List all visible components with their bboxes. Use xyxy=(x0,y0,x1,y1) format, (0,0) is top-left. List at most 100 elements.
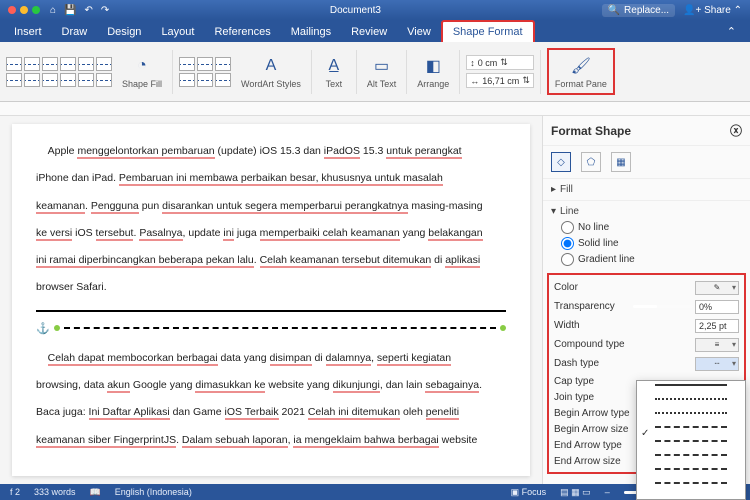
alt-text-icon: ▭ xyxy=(370,54,394,78)
tab-mailings[interactable]: Mailings xyxy=(281,22,341,42)
zoom-out[interactable]: – xyxy=(605,487,610,497)
paragraph: browsing, data akun Google yang dimasukk… xyxy=(36,372,506,399)
paragraph: ini ramai diperbincangkan beberapa pekan… xyxy=(36,247,506,274)
solid-line-shape[interactable] xyxy=(36,310,506,312)
join-label: Join type xyxy=(554,392,594,403)
height-icon: ↕ xyxy=(470,58,475,68)
ruler[interactable] xyxy=(0,102,750,116)
search-input[interactable]: 🔍Replace... xyxy=(602,4,675,17)
dash-option-long-dash-dot[interactable] xyxy=(637,468,745,482)
page: Apple menggelontorkan pembaruan (update)… xyxy=(12,124,530,476)
begin-arrow-type-label: Begin Arrow type xyxy=(554,408,630,419)
tab-review[interactable]: Review xyxy=(341,22,397,42)
dash-option-square-dot[interactable] xyxy=(637,412,745,426)
home-icon[interactable]: ⌂ xyxy=(50,5,56,16)
ribbon: ◔Shape Fill AWordArt Styles A̲Text ▭Alt … xyxy=(0,42,750,102)
tab-references[interactable]: References xyxy=(204,22,280,42)
shape-style-gallery[interactable] xyxy=(6,57,112,87)
end-arrow-size-label: End Arrow size xyxy=(554,456,621,467)
wordart-icon: A xyxy=(259,54,283,78)
wordart-gallery[interactable] xyxy=(179,57,231,87)
page-count[interactable]: f 2 xyxy=(10,487,20,497)
transparency-input[interactable]: 0% xyxy=(695,300,739,314)
no-line-radio[interactable]: No line xyxy=(561,221,742,234)
dash-type-dropdown[interactable]: ┄ xyxy=(695,357,739,371)
line-section-toggle[interactable]: ▾ Line xyxy=(551,204,742,219)
paragraph: Baca juga: Ini Daftar Aplikasi dan Game … xyxy=(36,399,506,426)
fill-section-toggle[interactable]: ▸ Fill xyxy=(551,182,742,197)
begin-arrow-size-label: Begin Arrow size xyxy=(554,424,628,435)
textbox-icon: A̲ xyxy=(322,54,346,78)
fill-line-tab-icon[interactable]: ◇ xyxy=(551,152,571,172)
pane-category-tabs: ◇ ⬠ ▦ xyxy=(543,146,750,178)
tab-insert[interactable]: Insert xyxy=(4,22,52,42)
layout-tab-icon[interactable]: ▦ xyxy=(611,152,631,172)
tab-design[interactable]: Design xyxy=(97,22,151,42)
compound-type-dropdown[interactable]: ≡ xyxy=(695,338,739,352)
cap-label: Cap type xyxy=(554,376,594,387)
gradient-line-radio[interactable]: Gradient line xyxy=(561,253,742,266)
dashed-line-shape[interactable]: ⚓ xyxy=(36,322,506,335)
text-button[interactable]: A̲Text xyxy=(318,54,350,89)
close-icon[interactable]: ⓧ xyxy=(730,122,742,139)
dash-option-dash[interactable] xyxy=(637,426,745,440)
alt-text-button[interactable]: ▭Alt Text xyxy=(363,54,400,89)
handle[interactable] xyxy=(54,325,60,331)
undo-icon[interactable]: ↶ xyxy=(85,5,93,16)
solid-line-radio[interactable]: Solid line xyxy=(561,237,742,250)
tab-view[interactable]: View xyxy=(397,22,441,42)
end-arrow-type-label: End Arrow type xyxy=(554,440,622,451)
dash-option-long-dash-dot-dot[interactable] xyxy=(637,482,745,496)
dash-type-menu xyxy=(636,380,746,500)
document-area[interactable]: Apple menggelontorkan pembaruan (update)… xyxy=(0,116,542,484)
transparency-slider[interactable] xyxy=(633,305,693,308)
dash-option-dash-dot[interactable] xyxy=(637,440,745,454)
share-button[interactable]: 👤+ Share ⌃ xyxy=(683,5,742,16)
effects-tab-icon[interactable]: ⬠ xyxy=(581,152,601,172)
focus-mode[interactable]: ▣ Focus xyxy=(511,487,547,498)
spellcheck-icon[interactable]: 📖 xyxy=(90,487,101,498)
paragraph: iPhone dan iPad. Pembaruan ini membawa p… xyxy=(36,165,506,192)
doc-title: Document3 xyxy=(109,5,601,16)
paragraph: keamanan siber FingerprintJS. Dalam sebu… xyxy=(36,427,506,454)
dash-option-solid[interactable] xyxy=(637,384,745,398)
paragraph: keamanan. Pengguna pun disarankan untuk … xyxy=(36,193,506,220)
arrange-icon: ◧ xyxy=(421,54,445,78)
dash-label: Dash type xyxy=(554,358,599,369)
anchor-icon: ⚓ xyxy=(36,322,50,335)
qat: ⌂ 💾 ↶ ↷ xyxy=(50,5,109,16)
shape-fill-button[interactable]: ◔Shape Fill xyxy=(118,54,166,89)
brush-icon: 🖌 xyxy=(569,54,593,78)
line-properties: Color✎ Transparency0% Width2,25 pt Compo… xyxy=(547,273,746,474)
tab-draw[interactable]: Draw xyxy=(52,22,98,42)
ribbon-collapse[interactable]: ⌃ xyxy=(717,21,746,42)
titlebar: ⌂ 💾 ↶ ↷ Document3 🔍Replace... 👤+ Share ⌃ xyxy=(0,0,750,20)
arrange-button[interactable]: ◧Arrange xyxy=(413,54,453,89)
wordart-button[interactable]: AWordArt Styles xyxy=(237,54,305,89)
pane-title: Format Shape xyxy=(551,124,631,138)
tab-shape-format[interactable]: Shape Format xyxy=(441,20,535,42)
view-buttons[interactable]: ▤ ▦ ▭ xyxy=(560,487,591,498)
color-label: Color xyxy=(554,282,578,293)
format-pane-button[interactable]: 🖌Format Pane xyxy=(547,48,615,95)
window-controls[interactable] xyxy=(8,6,40,14)
paragraph: browser Safari. xyxy=(36,274,506,301)
dash-option-long-dash[interactable] xyxy=(637,454,745,468)
width-icon: ↔ xyxy=(470,76,479,86)
width-label: Width xyxy=(554,320,580,331)
height-input[interactable]: ↕0 cm⇅ xyxy=(466,55,534,70)
save-icon[interactable]: 💾 xyxy=(64,5,76,16)
width-input[interactable]: ↔16,71 cm⇅ xyxy=(466,73,534,88)
format-shape-pane: Format Shape ⓧ ◇ ⬠ ▦ ▸ Fill ▾ Line No lin… xyxy=(542,116,750,484)
color-picker[interactable]: ✎ xyxy=(695,281,739,295)
paragraph: ke versi iOS tersebut. Pasalnya, update … xyxy=(36,220,506,247)
line-width-input[interactable]: 2,25 pt xyxy=(695,319,739,333)
redo-icon[interactable]: ↷ xyxy=(101,5,109,16)
paragraph: Apple menggelontorkan pembaruan (update)… xyxy=(36,138,506,165)
tab-layout[interactable]: Layout xyxy=(151,22,204,42)
language-status[interactable]: English (Indonesia) xyxy=(115,487,192,497)
dash-option-round-dot[interactable] xyxy=(637,398,745,412)
handle[interactable] xyxy=(500,325,506,331)
word-count[interactable]: 333 words xyxy=(34,487,76,497)
paragraph: Celah dapat membocorkan berbagai data ya… xyxy=(36,345,506,372)
